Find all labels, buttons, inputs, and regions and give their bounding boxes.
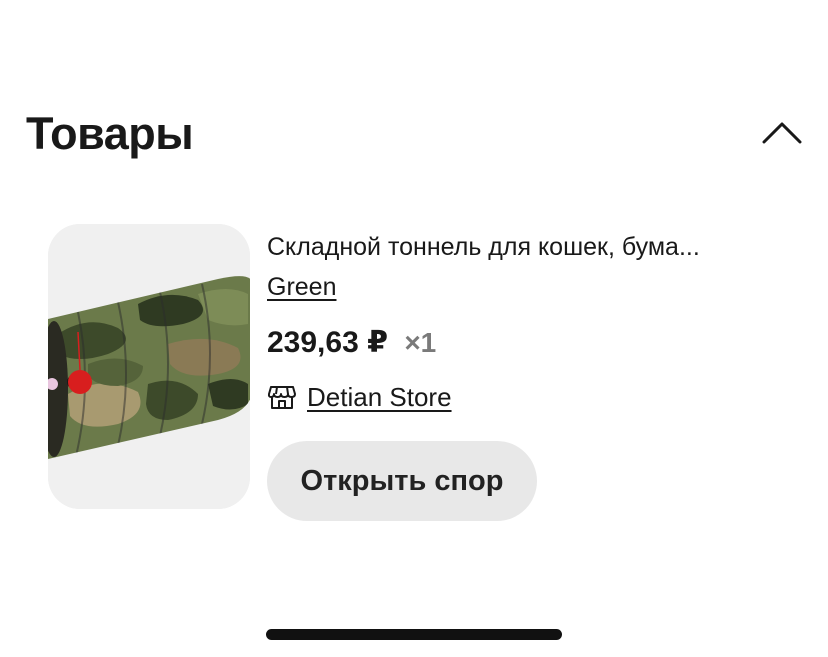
- product-price: 239,63 ₽: [267, 326, 388, 359]
- cat-tunnel-product-image: [48, 224, 250, 509]
- section-title: Товары: [26, 108, 194, 159]
- store-link[interactable]: Detian Store: [267, 379, 452, 415]
- storefront-icon: [267, 386, 296, 409]
- open-dispute-button[interactable]: Открыть спор: [267, 441, 537, 521]
- price-row: 239,63 ₽ ×1: [267, 324, 436, 362]
- product-variant-link[interactable]: Green: [267, 270, 336, 304]
- collapse-toggle[interactable]: [756, 112, 808, 156]
- product-item: Складной тоннель для кошек, бума... Gree…: [48, 224, 808, 524]
- product-quantity: ×1: [404, 327, 437, 358]
- product-title[interactable]: Складной тоннель для кошек, бума...: [267, 230, 700, 264]
- order-items-screen: Товары Складной тоннель для кошек, бума.…: [0, 0, 828, 657]
- store-name[interactable]: Detian Store: [307, 380, 452, 414]
- home-indicator[interactable]: [266, 629, 562, 640]
- chevron-up-icon: [762, 122, 802, 144]
- product-image[interactable]: [48, 224, 250, 509]
